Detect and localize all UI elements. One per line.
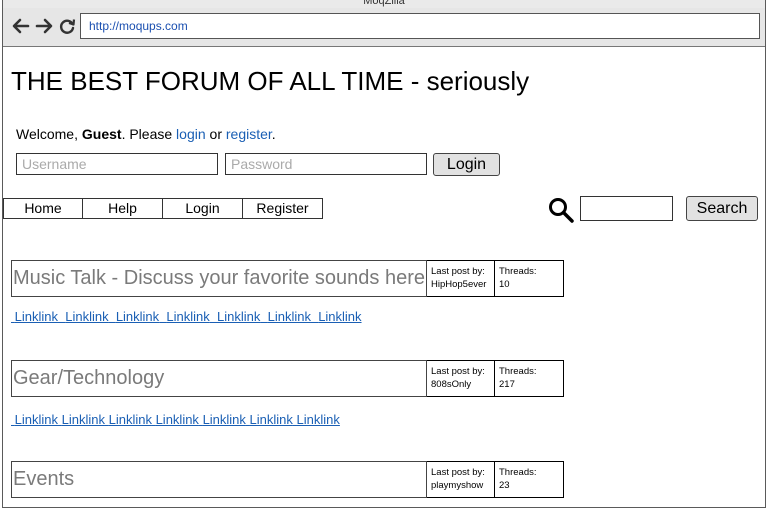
subforum-link[interactable]: Linklink [297,412,340,427]
subforum-link[interactable]: Linklink [109,412,152,427]
welcome-or: or [205,126,226,142]
search-input[interactable] [580,196,673,221]
login-button[interactable]: Login [433,153,500,176]
forum-row[interactable]: Music Talk - Discuss your favorite sound… [11,260,564,297]
last-post-user: 808sOnly [431,379,472,390]
login-link[interactable]: login [176,126,206,142]
subforum-link[interactable]: Linklink [116,309,159,324]
welcome-middle: . Please [121,126,177,142]
last-post-user: HipHop5ever [431,279,487,290]
threads-cell: Threads: 10 [495,260,564,297]
browser-toolbar: http://moqups.com [3,8,765,47]
subforum-link[interactable]: Linklink [268,309,311,324]
search-button[interactable]: Search [686,196,758,221]
subforum-link[interactable]: Linklink [203,412,246,427]
threads-label: Threads: [499,366,537,377]
last-post-cell: Last post by: playmyshow [427,461,495,498]
subforum-link[interactable]: Linklink [166,309,209,324]
threads-cell: Threads: 23 [495,461,564,498]
subforum-link[interactable]: Linklink [156,412,199,427]
last-post-cell: Last post by: HipHop5ever [427,260,495,297]
subforum-links: Linklink Linklink Linklink Linklink Link… [11,412,340,427]
password-input[interactable]: Password [225,153,427,175]
nav-login[interactable]: Login [163,198,243,219]
search-icon[interactable] [547,196,575,224]
nav-help[interactable]: Help [83,198,163,219]
page-title: THE BEST FORUM OF ALL TIME - seriously [11,66,530,96]
last-post-label: Last post by: [431,266,485,277]
browser-window: MoqZilla http://moqups.com THE BEST FORU… [2,0,766,508]
last-post-user: playmyshow [431,480,484,491]
threads-count: 10 [499,279,510,290]
subforum-link[interactable]: Linklink [65,309,108,324]
subforum-link[interactable]: Linklink [15,412,58,427]
register-link[interactable]: register [226,126,272,142]
threads-cell: Threads: 217 [495,360,564,397]
window-title: MoqZilla [3,0,765,8]
subforum-link[interactable]: Linklink [318,309,361,324]
threads-label: Threads: [499,266,537,277]
last-post-label: Last post by: [431,467,485,478]
subforum-link[interactable]: Linklink [217,309,260,324]
welcome-message: Welcome, Guest. Please login or register… [16,126,276,142]
subforum-link[interactable]: Linklink [250,412,293,427]
main-nav: Home Help Login Register [3,198,323,220]
subforum-links: Linklink Linklink Linklink Linklink Link… [11,309,362,324]
forum-title[interactable]: Gear/Technology [11,360,427,397]
forum-title[interactable]: Events [11,461,427,498]
username-input[interactable]: Username [16,153,218,175]
subforum-link[interactable]: Linklink [15,309,58,324]
threads-label: Threads: [499,467,537,478]
nav-register[interactable]: Register [243,198,323,219]
forward-arrow-icon[interactable] [34,16,54,36]
back-arrow-icon[interactable] [11,16,31,36]
forum-row[interactable]: Gear/Technology Last post by: 808sOnly T… [11,360,564,397]
welcome-prefix: Welcome, [16,126,82,142]
forum-title[interactable]: Music Talk - Discuss your favorite sound… [11,260,427,297]
subforum-link[interactable]: Linklink [62,412,105,427]
reload-icon[interactable] [57,16,77,36]
threads-count: 23 [499,480,510,491]
last-post-cell: Last post by: 808sOnly [427,360,495,397]
address-bar[interactable]: http://moqups.com [80,13,760,39]
welcome-suffix: . [271,126,276,142]
last-post-label: Last post by: [431,366,485,377]
nav-home[interactable]: Home [3,198,83,219]
guest-name: Guest [81,126,122,142]
threads-count: 217 [499,379,515,390]
forum-row[interactable]: Events Last post by: playmyshow Threads:… [11,461,564,498]
